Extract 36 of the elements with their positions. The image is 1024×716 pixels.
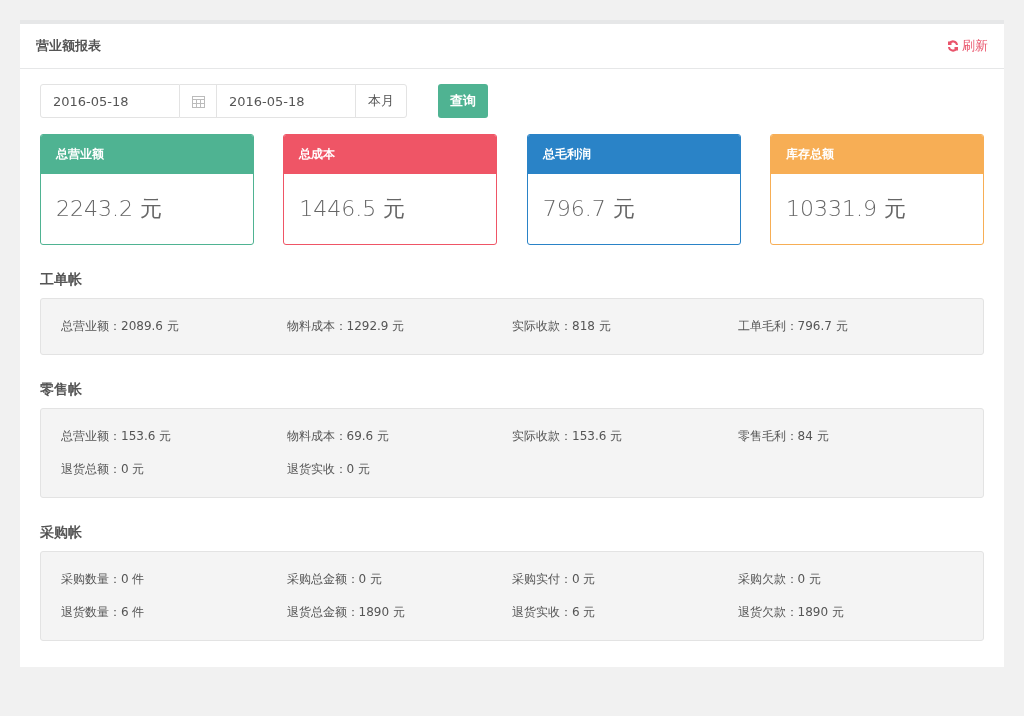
summary-item: 物料成本：69.6 元 [286, 428, 391, 445]
summary-item: 退货总额：0 元 [61, 461, 146, 478]
card-title: 总营业额 [41, 135, 253, 174]
card-value: 796.7 元 [541, 195, 636, 223]
panel-title: 营业额报表 [36, 37, 101, 55]
card-value: 1446.5 元 [298, 195, 407, 223]
card-title: 库存总额 [771, 135, 983, 174]
start-date-field[interactable]: 2016-05-18 [40, 84, 180, 118]
card-title: 总成本 [284, 135, 497, 174]
summary-item: 退货总金额：1890 元 [286, 604, 406, 621]
section-title: 零售帐 [40, 381, 83, 399]
summary-item: 工单毛利：796.7 元 [737, 318, 849, 335]
summary-item: 退货实收：0 元 [286, 461, 371, 478]
summary-item: 退货实收：6 元 [512, 604, 597, 621]
end-date-field[interactable]: 2016-05-18 [216, 84, 356, 118]
card-title: 总毛利润 [527, 135, 740, 174]
summary-item: 零售毛利：84 元 [737, 428, 830, 445]
summary-item: 采购数量：0 件 [61, 571, 146, 588]
month-button[interactable]: 本月 [355, 84, 407, 118]
summary-item: 总营业额：153.6 元 [61, 428, 173, 445]
summary-item: 采购实付：0 元 [512, 571, 597, 588]
summary-item: 退货数量：6 件 [61, 604, 146, 621]
refresh-link[interactable]: 刷新 [947, 37, 988, 55]
calendar-icon [192, 94, 205, 108]
section-title: 采购帐 [40, 524, 83, 542]
summary-item: 实际收款：153.6 元 [512, 428, 624, 445]
card-value: 10331.9 元 [785, 195, 907, 223]
summary-item: 物料成本：1292.9 元 [286, 318, 406, 335]
refresh-icon [947, 40, 959, 52]
summary-item: 实际收款：818 元 [512, 318, 612, 335]
summary-item: 总营业额：2089.6 元 [61, 318, 180, 335]
card-value: 2243.2 元 [55, 195, 163, 223]
summary-item: 采购欠款：0 元 [737, 571, 822, 588]
summary-item: 采购总金额：0 元 [286, 571, 383, 588]
section-title: 工单帐 [40, 271, 83, 289]
summary-item: 退货欠款：1890 元 [737, 604, 845, 621]
